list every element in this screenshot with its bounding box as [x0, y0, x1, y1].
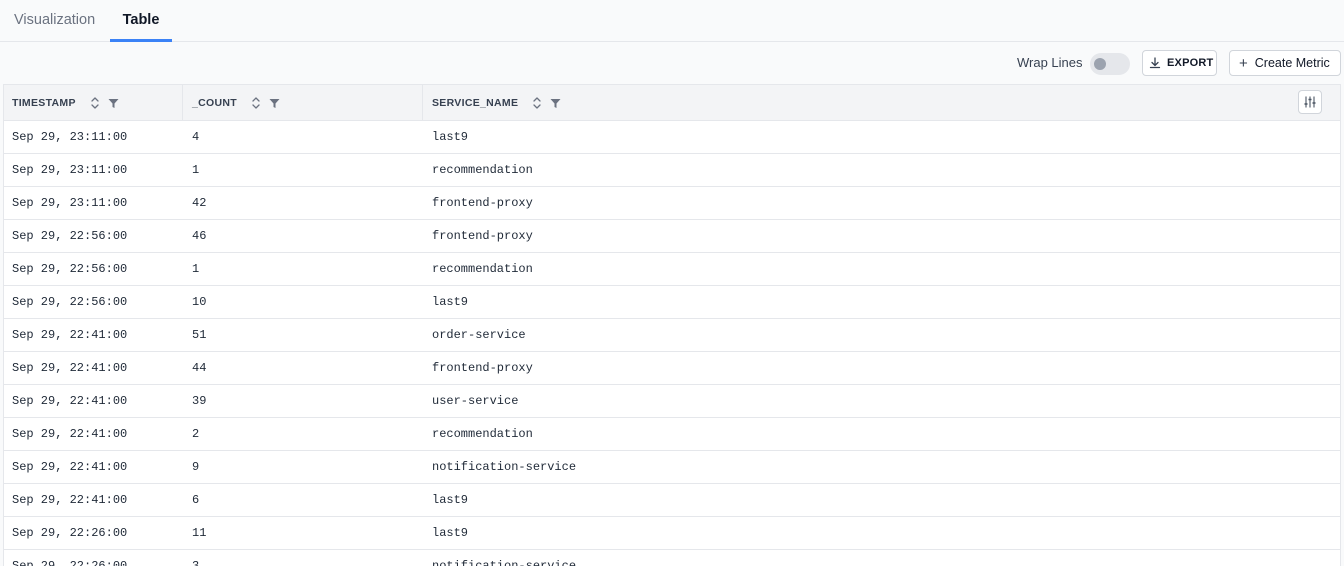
cell-count: 11 [192, 526, 207, 540]
cell-service-name: last9 [432, 526, 469, 540]
table-row[interactable]: Sep 29, 22:56:00 10 last9 [4, 286, 1340, 319]
plus-icon: + [1239, 54, 1248, 72]
table-row[interactable]: Sep 29, 22:41:00 51 order-service [4, 319, 1340, 352]
cell-service-name: order-service [432, 328, 526, 342]
cell-timestamp: Sep 29, 22:41:00 [12, 361, 128, 375]
cell-count: 10 [192, 295, 207, 309]
cell-count: 1 [192, 163, 200, 177]
cell-timestamp: Sep 29, 22:41:00 [12, 427, 128, 441]
column-divider[interactable] [422, 85, 423, 121]
column-header-label: TIMESTAMP [12, 97, 76, 109]
sliders-icon [1303, 95, 1317, 109]
cell-service-name: frontend-proxy [432, 229, 533, 243]
cell-timestamp: Sep 29, 22:41:00 [12, 460, 128, 474]
cell-count: 4 [192, 130, 200, 144]
cell-timestamp: Sep 29, 23:11:00 [12, 163, 128, 177]
cell-count: 2 [192, 427, 200, 441]
column-header-label: SERVICE_NAME [432, 97, 519, 109]
cell-service-name: last9 [432, 295, 469, 309]
cell-service-name: recommendation [432, 427, 533, 441]
cell-count: 42 [192, 196, 207, 210]
create-metric-label: Create Metric [1254, 56, 1330, 70]
cell-count: 9 [192, 460, 200, 474]
cell-count: 1 [192, 262, 200, 276]
cell-service-name: last9 [432, 130, 469, 144]
table-row[interactable]: Sep 29, 22:56:00 1 recommendation [4, 253, 1340, 286]
table-row[interactable]: Sep 29, 23:11:00 42 frontend-proxy [4, 187, 1340, 220]
cell-count: 44 [192, 361, 207, 375]
cell-timestamp: Sep 29, 22:26:00 [12, 526, 128, 540]
cell-timestamp: Sep 29, 22:56:00 [12, 295, 128, 309]
table-row[interactable]: Sep 29, 22:41:00 2 recommendation [4, 418, 1340, 451]
wrap-lines-label: Wrap Lines [1017, 55, 1083, 70]
column-header-timestamp[interactable]: TIMESTAMP [12, 85, 119, 121]
column-header-service-name[interactable]: SERVICE_NAME [432, 85, 561, 121]
create-metric-button[interactable]: + Create Metric [1229, 50, 1341, 76]
filter-icon[interactable] [550, 98, 561, 109]
cell-timestamp: Sep 29, 22:41:00 [12, 328, 128, 342]
table-row[interactable]: Sep 29, 22:41:00 39 user-service [4, 385, 1340, 418]
cell-service-name: notification-service [432, 460, 577, 474]
table-row[interactable]: Sep 29, 22:41:00 9 notification-service [4, 451, 1340, 484]
cell-timestamp: Sep 29, 22:41:00 [12, 394, 128, 408]
table-header: TIMESTAMP _COUNT SERVICE_NAME [4, 85, 1340, 121]
export-label: EXPORT [1167, 57, 1214, 69]
column-divider[interactable] [182, 85, 183, 121]
download-icon [1149, 57, 1161, 69]
table-row[interactable]: Sep 29, 22:26:00 11 last9 [4, 517, 1340, 550]
table-row[interactable]: Sep 29, 23:11:00 1 recommendation [4, 154, 1340, 187]
table-row[interactable]: Sep 29, 22:41:00 6 last9 [4, 484, 1340, 517]
table-row[interactable]: Sep 29, 22:56:00 46 frontend-proxy [4, 220, 1340, 253]
cell-count: 3 [192, 559, 200, 566]
cell-count: 51 [192, 328, 207, 342]
cell-timestamp: Sep 29, 22:56:00 [12, 262, 128, 276]
column-header-label: _COUNT [192, 97, 237, 109]
view-tabs: Visualization Table [0, 0, 1344, 42]
table-row[interactable]: Sep 29, 22:26:00 3 notification-service [4, 550, 1340, 566]
table-row[interactable]: Sep 29, 23:11:00 4 last9 [4, 121, 1340, 154]
cell-service-name: notification-service [432, 559, 577, 566]
cell-service-name: last9 [432, 493, 469, 507]
export-button[interactable]: EXPORT [1142, 50, 1217, 76]
table-body: Sep 29, 23:11:00 4 last9 Sep 29, 23:11:00 1 r… [4, 121, 1340, 566]
cell-count: 46 [192, 229, 207, 243]
filter-icon[interactable] [269, 98, 280, 109]
wrap-lines-toggle[interactable] [1090, 53, 1130, 75]
sort-icon[interactable] [251, 96, 261, 110]
sort-icon[interactable] [90, 96, 100, 110]
column-settings-button[interactable] [1298, 90, 1322, 114]
cell-timestamp: Sep 29, 22:56:00 [12, 229, 128, 243]
cell-count: 6 [192, 493, 200, 507]
cell-service-name: user-service [432, 394, 519, 408]
cell-timestamp: Sep 29, 23:11:00 [12, 130, 128, 144]
table-row[interactable]: Sep 29, 22:41:00 44 frontend-proxy [4, 352, 1340, 385]
filter-icon[interactable] [108, 98, 119, 109]
tab-table[interactable]: Table [110, 0, 172, 42]
cell-timestamp: Sep 29, 22:41:00 [12, 493, 128, 507]
cell-count: 39 [192, 394, 207, 408]
cell-service-name: recommendation [432, 262, 533, 276]
sort-icon[interactable] [532, 96, 542, 110]
cell-service-name: frontend-proxy [432, 361, 533, 375]
table-toolbar: Wrap Lines EXPORT + Create Metric [0, 42, 1344, 84]
cell-service-name: frontend-proxy [432, 196, 533, 210]
toggle-knob [1094, 58, 1106, 70]
tab-visualization[interactable]: Visualization [14, 0, 95, 42]
results-table: TIMESTAMP _COUNT SERVICE_NAME Sep 29, 23… [3, 84, 1341, 566]
cell-timestamp: Sep 29, 23:11:00 [12, 196, 128, 210]
cell-timestamp: Sep 29, 22:26:00 [12, 559, 128, 566]
column-header-count[interactable]: _COUNT [192, 85, 280, 121]
cell-service-name: recommendation [432, 163, 533, 177]
